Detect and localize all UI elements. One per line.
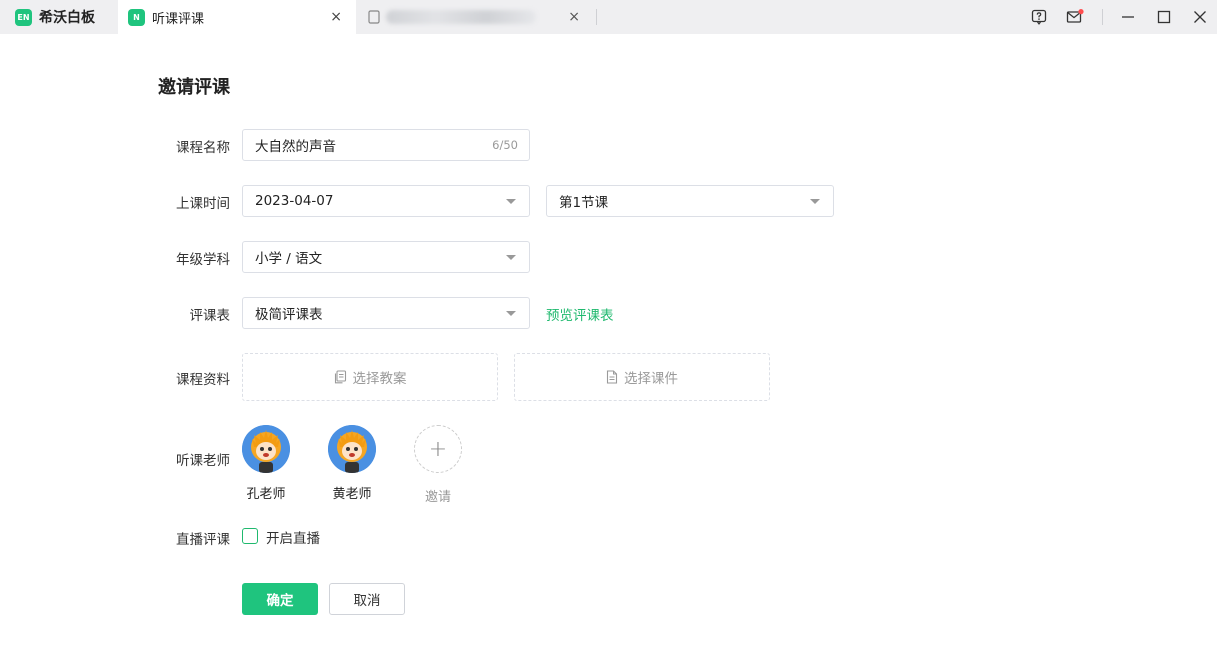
date-select[interactable]: 2023-04-07 — [242, 185, 530, 217]
course-name-label: 课程名称 — [176, 140, 230, 156]
maximize-icon[interactable] — [1147, 0, 1181, 34]
page-title: 邀请评课 — [158, 77, 230, 98]
avatar — [328, 425, 376, 473]
period-value: 第1节课 — [559, 195, 609, 211]
chevron-down-icon — [506, 311, 516, 316]
tab-listen-evaluate[interactable]: N 听课评课 × — [118, 0, 356, 34]
grade-subject-value: 小学 / 语文 — [255, 251, 323, 267]
plus-icon: + — [414, 425, 462, 473]
live-checkbox-label[interactable]: 开启直播 — [266, 527, 320, 547]
file-icon — [606, 370, 618, 384]
tab-label: 听课评课 — [152, 11, 205, 27]
document-icon — [334, 370, 346, 384]
app-logo-icon: EN — [15, 8, 32, 26]
teacher-name: 黄老师 — [332, 487, 372, 502]
notification-badge — [1078, 9, 1084, 15]
char-counter: 6/50 — [492, 138, 518, 152]
chevron-down-icon — [506, 255, 516, 260]
select-lesson-plan-label: 选择教案 — [352, 371, 407, 387]
evaluation-form-select[interactable]: 极简评课表 — [242, 297, 530, 329]
tab-blurred[interactable]: × — [360, 0, 596, 34]
live-label: 直播评课 — [176, 532, 230, 548]
tab-close-icon[interactable]: × — [330, 9, 342, 25]
select-courseware-button[interactable]: 选择课件 — [514, 353, 770, 401]
teachers-label: 听课老师 — [176, 453, 230, 469]
app-name: 希沃白板 — [39, 10, 95, 26]
grade-subject-select[interactable]: 小学 / 语文 — [242, 241, 530, 273]
avatar — [242, 425, 290, 473]
teacher-item[interactable]: 孔老师 — [236, 425, 296, 502]
invite-teacher-button[interactable]: + 邀请 — [408, 425, 468, 505]
course-name-input[interactable]: 大自然的声音 6/50 — [242, 129, 530, 161]
title-bar: EN 希沃白板 N 听课评课 × × — [0, 0, 1217, 34]
select-lesson-plan-button[interactable]: 选择教案 — [242, 353, 498, 401]
tab-page-icon — [368, 10, 380, 24]
period-select[interactable]: 第1节课 — [546, 185, 834, 217]
tab-close-icon[interactable]: × — [568, 9, 580, 25]
confirm-button[interactable]: 确定 — [242, 583, 318, 615]
evaluation-form-label: 评课表 — [189, 308, 231, 324]
chevron-down-icon — [506, 199, 516, 204]
app-tab[interactable]: EN 希沃白板 — [15, 0, 115, 34]
class-time-label: 上课时间 — [176, 196, 230, 212]
tab-logo-icon: N — [128, 8, 145, 26]
invite-label: 邀请 — [424, 490, 451, 505]
materials-label: 课程资料 — [176, 372, 230, 388]
help-icon[interactable] — [1022, 0, 1056, 34]
preview-evaluation-form-link[interactable]: 预览评课表 — [546, 304, 614, 324]
date-value: 2023-04-07 — [255, 193, 334, 209]
chevron-down-icon — [810, 199, 820, 204]
teacher-name: 孔老师 — [246, 487, 286, 502]
select-courseware-label: 选择课件 — [624, 371, 678, 387]
teacher-item[interactable]: 黄老师 — [322, 425, 382, 502]
grade-subject-label: 年级学科 — [176, 252, 230, 268]
minimize-icon[interactable] — [1111, 0, 1145, 34]
course-name-value: 大自然的声音 — [255, 139, 336, 155]
close-icon[interactable] — [1183, 0, 1217, 34]
blurred-tab-title — [386, 10, 536, 24]
tab-divider — [596, 9, 597, 25]
evaluation-form-value: 极简评课表 — [255, 307, 323, 323]
cancel-button[interactable]: 取消 — [329, 583, 405, 615]
titlebar-divider — [1102, 9, 1103, 25]
live-checkbox[interactable] — [242, 528, 258, 544]
mail-icon[interactable] — [1058, 0, 1092, 34]
